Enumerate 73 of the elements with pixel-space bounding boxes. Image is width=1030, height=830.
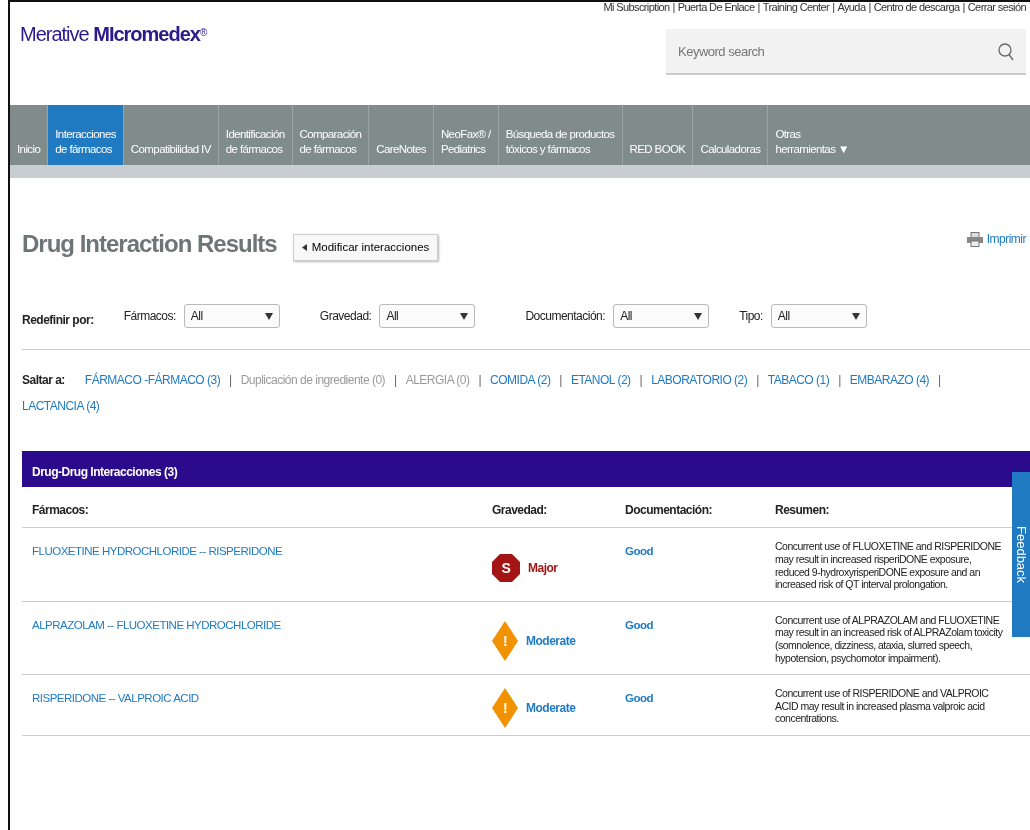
caret-icon bbox=[694, 312, 703, 320]
filter-select[interactable]: All bbox=[379, 304, 476, 329]
modify-button[interactable]: Modificar interacciones bbox=[292, 234, 439, 262]
header-link[interactable]: Centro de descarga bbox=[873, 2, 960, 13]
separator: | bbox=[672, 2, 675, 13]
warning-diamond-icon: ! bbox=[492, 688, 518, 729]
nav-tab[interactable]: Otras herramientas ▼ bbox=[768, 105, 1030, 165]
summary-text: Concurrent use of FLUOXETINE and RISPERIDONE may result in increased risperiDONE exposure, reduced 9-hydroxyrisperiDONE exposure and an increased risk of QT interval prolongation. bbox=[774, 539, 1002, 593]
caret-icon bbox=[301, 244, 307, 252]
nav-tab[interactable]: Interacciones de fármacos bbox=[48, 105, 124, 165]
filter-select[interactable]: All bbox=[770, 304, 867, 329]
separator: | bbox=[559, 373, 562, 388]
jump-link[interactable]: LACTANCIA (4) bbox=[22, 398, 100, 413]
feedback-tab[interactable]: Feedback bbox=[1012, 472, 1030, 637]
filter-label: Fármacos: bbox=[123, 308, 176, 326]
documentation-link[interactable]: Good bbox=[625, 692, 654, 705]
jump-link: Duplicación de ingrediente (0) bbox=[240, 373, 386, 388]
column-header: Fármacos: bbox=[31, 502, 90, 520]
filter-label: Documentación: bbox=[525, 308, 606, 326]
separator: | bbox=[478, 373, 482, 388]
separator: | bbox=[394, 373, 397, 388]
filter-label: Tipo: bbox=[739, 308, 763, 326]
documentation-link[interactable]: Good bbox=[625, 618, 654, 631]
caret-icon bbox=[264, 312, 273, 320]
print-link[interactable]: Imprimir bbox=[966, 230, 1026, 248]
caret-icon bbox=[460, 312, 469, 320]
separator: | bbox=[757, 2, 760, 13]
column-header: Gravedad: bbox=[491, 502, 548, 520]
warning-diamond-icon: ! bbox=[492, 621, 518, 661]
page-title: Drug Interaction Results bbox=[22, 230, 277, 259]
filter-label: Redefinir por: bbox=[22, 312, 94, 330]
drug-pair-link[interactable]: RISPERIDONE -- VALPROIC ACID bbox=[32, 692, 199, 705]
header-link[interactable]: Cerrar sesión bbox=[967, 2, 1026, 13]
jump-link[interactable]: TABACO (1) bbox=[767, 373, 830, 388]
column-header: Documentación: bbox=[624, 502, 713, 520]
search-field[interactable]: Keyword search bbox=[666, 29, 1026, 75]
jump-link[interactable]: LABORATORIO (2) bbox=[651, 373, 748, 388]
separator: | bbox=[832, 2, 835, 13]
documentation-link[interactable]: Good bbox=[625, 545, 654, 558]
jump-link[interactable]: EMBARAZO (4) bbox=[849, 373, 930, 388]
caret-icon bbox=[851, 312, 860, 320]
filter-label: Gravedad: bbox=[319, 308, 372, 326]
filter-select[interactable]: All bbox=[613, 304, 710, 329]
separator: | bbox=[229, 373, 232, 388]
header-link[interactable]: Ayuda bbox=[837, 2, 866, 13]
separator: | bbox=[756, 373, 759, 388]
severity-label: Major bbox=[528, 559, 558, 577]
severity-label: Moderate bbox=[526, 633, 576, 650]
separator: | bbox=[868, 2, 871, 13]
jump-label: Saltar a: bbox=[22, 373, 65, 388]
jump-link[interactable]: FÁRMACO -FÁRMACO (3) bbox=[84, 373, 221, 388]
stop-sign-icon: S bbox=[492, 553, 520, 582]
logo: Merative MIcromedex$^{®}$ bbox=[19, 22, 207, 47]
search-icon[interactable] bbox=[998, 43, 1014, 61]
jump-link: ALERGIA (0) bbox=[405, 373, 470, 388]
separator: | bbox=[962, 2, 965, 13]
separator: | bbox=[838, 373, 841, 388]
separator: | bbox=[938, 373, 941, 388]
separator: | bbox=[639, 373, 643, 388]
summary-text: Concurrent use of RISPERIDONE and VALPROIC ACID may result in increased plasma valproic acid concentrations. bbox=[774, 686, 990, 727]
drug-pair-link[interactable]: FLUOXETINE HYDROCHLORIDE -- RISPERIDONE bbox=[32, 545, 283, 558]
filter-select[interactable]: All bbox=[183, 304, 280, 329]
jump-link[interactable]: COMIDA (2) bbox=[490, 373, 551, 388]
jump-link[interactable]: ETANOL (2) bbox=[570, 373, 631, 388]
summary-text: Concurrent use of ALPRAZOLAM and FLUOXETINE may result in an increased risk of ALPRAZolam toxicity (somnolence, dizziness, ataxia, slurred speech, hypotension, psychomotor impairment). bbox=[774, 612, 1004, 666]
section-header: Drug-Drug Interacciones (3) bbox=[22, 451, 1030, 488]
header-link[interactable]: Puerta De Enlace bbox=[677, 2, 755, 13]
severity-label: Moderate bbox=[526, 700, 576, 718]
header-link[interactable]: Training Center bbox=[762, 2, 830, 13]
printer-icon bbox=[966, 231, 983, 247]
header-link[interactable]: Mi Subscription bbox=[603, 2, 670, 13]
drug-pair-link[interactable]: ALPRAZOLAM -- FLUOXETINE HYDROCHLORIDE bbox=[32, 618, 281, 631]
column-header: Resumen: bbox=[774, 502, 830, 520]
